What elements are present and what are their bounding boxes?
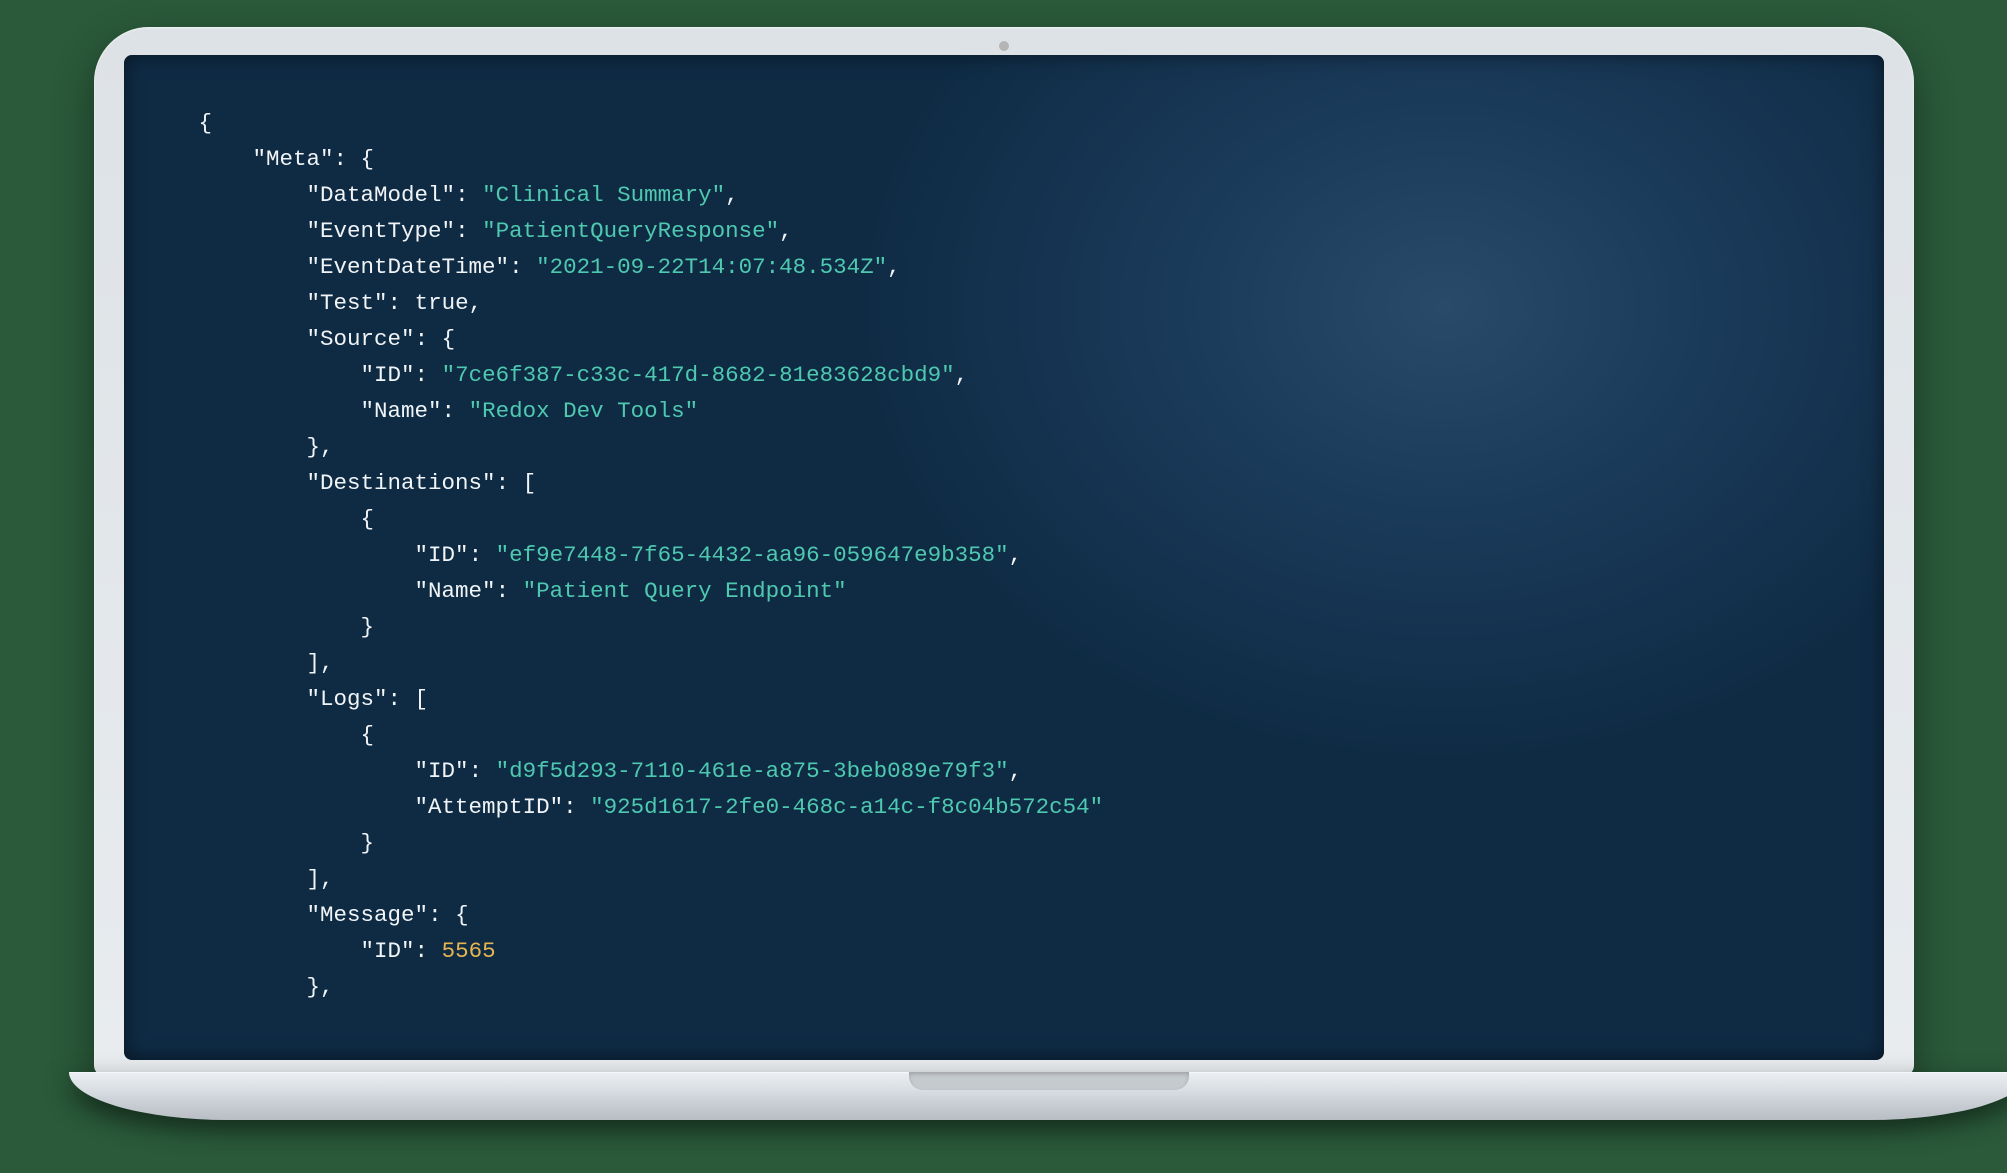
code-token: : { [428, 902, 469, 928]
laptop-base [69, 1072, 2007, 1120]
trackpad-notch [909, 1072, 1189, 1090]
code-token: "ID" [361, 938, 415, 964]
code-token: , [955, 362, 969, 388]
code-token: { [361, 722, 375, 748]
laptop-body: { "Meta": { "DataModel": "Clinical Summa… [94, 27, 1914, 1077]
code-token: : [563, 794, 590, 820]
code-token: , [469, 290, 483, 316]
laptop-mockup: { "Meta": { "DataModel": "Clinical Summa… [69, 27, 1939, 1147]
code-token: "PatientQueryResponse" [482, 218, 779, 244]
code-token: }, [307, 434, 334, 460]
code-token: : [455, 218, 482, 244]
code-token: : { [415, 326, 456, 352]
code-token: "7ce6f387-c33c-417d-8682-81e83628cbd9" [442, 362, 955, 388]
code-token: true [415, 290, 469, 316]
code-token: "AttemptID" [415, 794, 564, 820]
code-token: : [496, 578, 523, 604]
code-token: "ID" [361, 362, 415, 388]
code-token: "925d1617-2fe0-468c-a14c-f8c04b572c54" [590, 794, 1103, 820]
code-token: "ID" [415, 542, 469, 568]
code-token: "EventDateTime" [307, 254, 510, 280]
code-token: "2021-09-22T14:07:48.534Z" [536, 254, 887, 280]
code-token: : [442, 398, 469, 424]
code-token: : [455, 182, 482, 208]
code-token: "ef9e7448-7f65-4432-aa96-059647e9b358" [496, 542, 1009, 568]
code-token: : [469, 758, 496, 784]
code-token: "ID" [415, 758, 469, 784]
camera-icon [999, 41, 1009, 51]
code-token: : [388, 290, 415, 316]
code-token: "Test" [307, 290, 388, 316]
code-token: "Source" [307, 326, 415, 352]
code-token: "DataModel" [307, 182, 456, 208]
code-token: "Meta" [253, 146, 334, 172]
code-token: , [1009, 542, 1023, 568]
code-token: : [415, 362, 442, 388]
code-token: ], [307, 650, 334, 676]
code-token: , [1009, 758, 1023, 784]
code-token: ], [307, 866, 334, 892]
code-token: : [ [388, 686, 429, 712]
code-token: : [509, 254, 536, 280]
code-token: 5565 [442, 938, 496, 964]
code-token: "d9f5d293-7110-461e-a875-3beb089e79f3" [496, 758, 1009, 784]
code-token: "EventType" [307, 218, 456, 244]
code-token: , [779, 218, 793, 244]
code-token: : [415, 938, 442, 964]
code-token: "Message" [307, 902, 429, 928]
json-code-block[interactable]: { "Meta": { "DataModel": "Clinical Summa… [199, 105, 1824, 1005]
code-token: : [469, 542, 496, 568]
code-token: "Destinations" [307, 470, 496, 496]
code-token: } [361, 614, 375, 640]
code-token: "Redox Dev Tools" [469, 398, 699, 424]
code-token: { [361, 506, 375, 532]
code-token: }, [307, 974, 334, 1000]
code-token: "Clinical Summary" [482, 182, 725, 208]
code-editor-screen: { "Meta": { "DataModel": "Clinical Summa… [124, 55, 1884, 1060]
code-token: "Patient Query Endpoint" [523, 578, 847, 604]
code-token: : [ [496, 470, 537, 496]
code-token: , [725, 182, 739, 208]
code-token: } [361, 830, 375, 856]
code-token: : { [334, 146, 375, 172]
code-token: "Name" [415, 578, 496, 604]
code-token: "Logs" [307, 686, 388, 712]
code-token: , [887, 254, 901, 280]
code-token: "Name" [361, 398, 442, 424]
code-token: { [199, 110, 213, 136]
